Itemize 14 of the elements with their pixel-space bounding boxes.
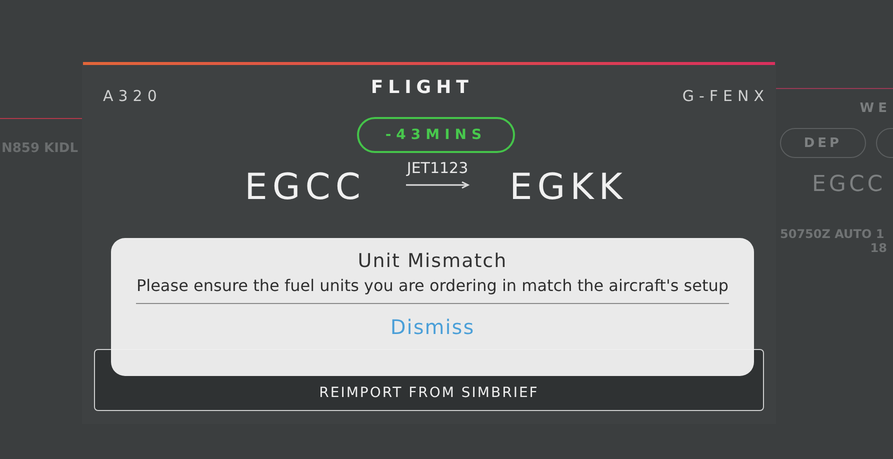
- alert-message: Please ensure the fuel units you are ordering in match the aircraft's setup: [136, 276, 729, 304]
- tab[interactable]: DEP: [780, 128, 866, 158]
- delay-badge: -43MINS: [357, 117, 515, 153]
- arrow-icon: [406, 181, 470, 189]
- callsign: JET1123: [406, 159, 468, 177]
- alert-title: Unit Mismatch: [358, 250, 508, 272]
- panel-heading: WE: [860, 101, 891, 116]
- card-title: FLIGHT: [370, 76, 474, 98]
- airport-code: EGCC: [812, 172, 887, 197]
- origin-code: EGCC: [244, 167, 366, 208]
- aircraft-type: A320: [103, 87, 162, 105]
- destination-code: EGKK: [510, 167, 628, 208]
- registration: G-FENX: [682, 87, 769, 105]
- dismiss-button[interactable]: Dismiss: [384, 314, 481, 340]
